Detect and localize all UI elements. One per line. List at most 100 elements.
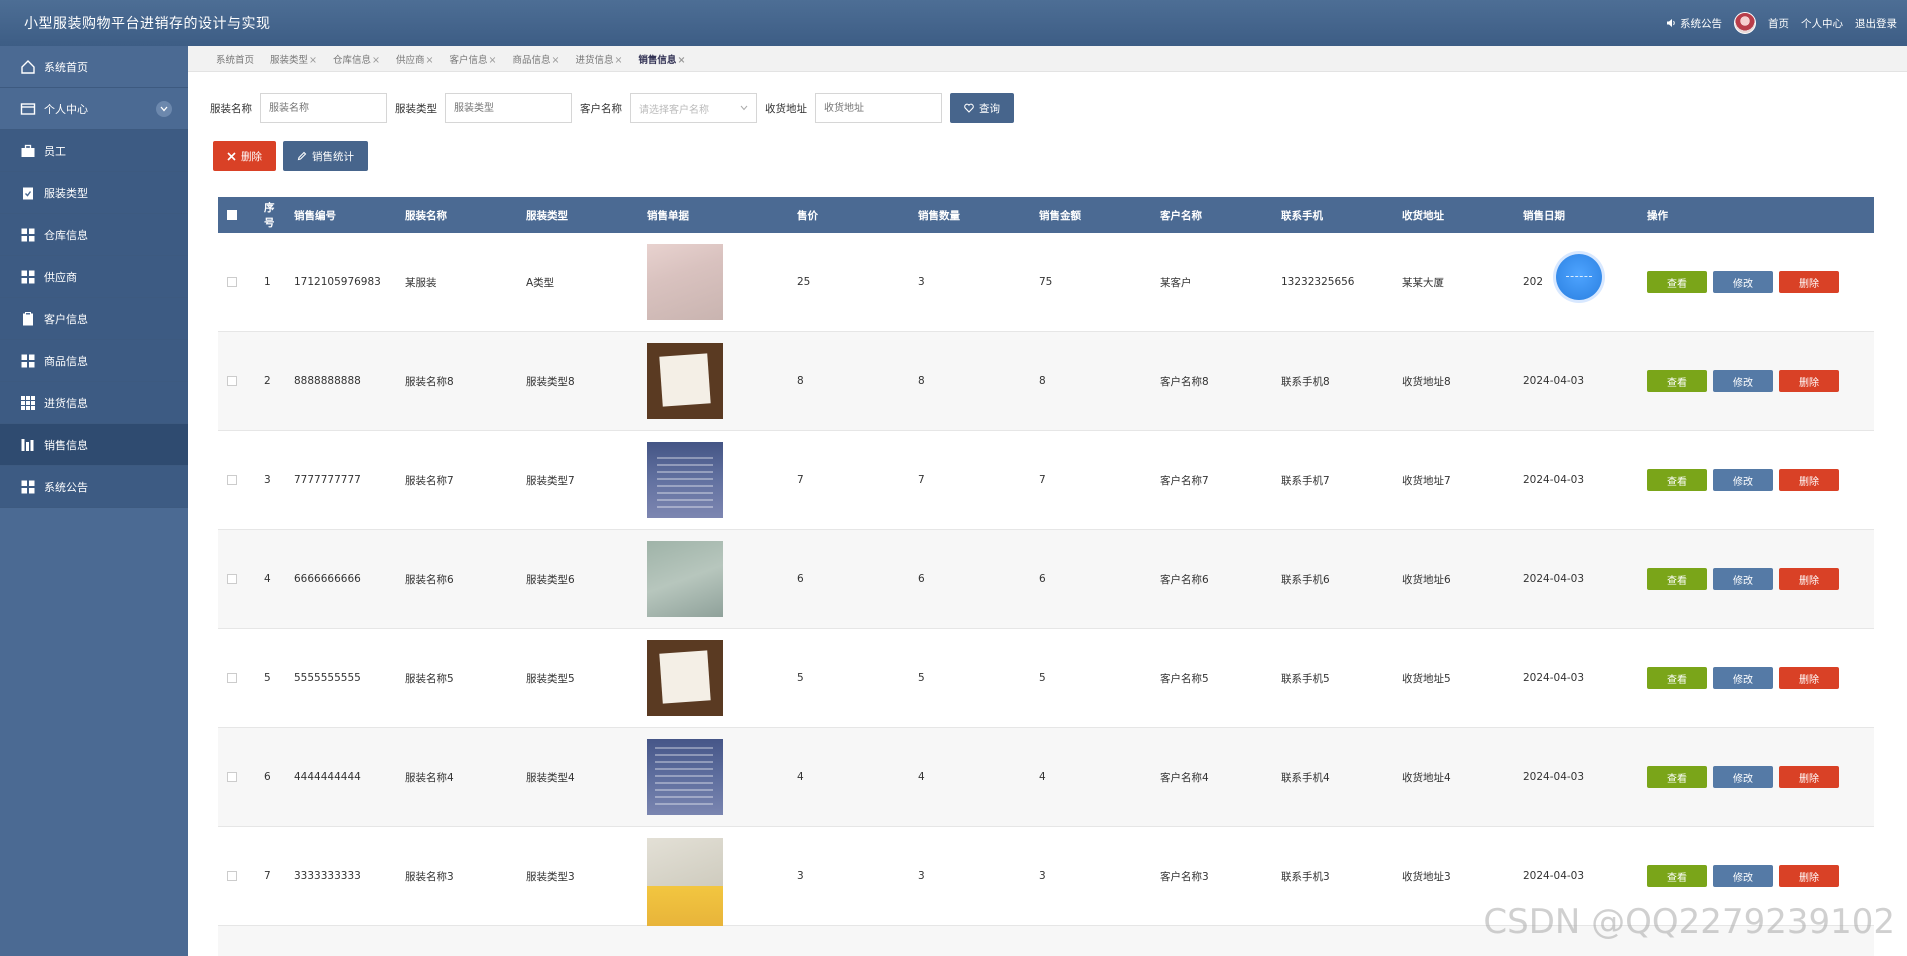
sale-code: 5555555555 [294,672,361,684]
sidebar-item-label: 客户信息 [44,312,88,326]
select-all-checkbox[interactable] [227,210,237,220]
edit-button[interactable]: 修改 [1713,766,1773,788]
view-button[interactable]: 查看 [1647,469,1707,491]
row-checkbox[interactable] [227,574,237,584]
announcement-link[interactable]: 系统公告 [1666,16,1722,31]
clothing-name: 服装名称4 [405,771,454,784]
edit-button[interactable]: 修改 [1713,667,1773,689]
query-button[interactable]: 查询 [950,93,1014,123]
clothing-type: 服装类型3 [526,870,575,883]
user-avatar[interactable] [1734,12,1756,34]
sidebar-item-supplier[interactable]: 供应商 [0,256,188,298]
receipt-image[interactable] [647,886,723,926]
amount: 5 [1039,672,1046,684]
view-button[interactable]: 查看 [1647,766,1707,788]
delete-button[interactable]: 删除 [1779,271,1839,293]
close-icon[interactable]: × [551,55,559,66]
receipt-image[interactable] [647,739,723,815]
receipt-image[interactable] [647,442,723,518]
receipt-image[interactable] [647,244,723,320]
sidebar-item-label: 商品信息 [44,354,88,368]
sale-date: 2024-04-03 [1523,474,1585,486]
row-checkbox[interactable] [227,871,237,881]
close-icon[interactable]: × [426,55,434,66]
view-button[interactable]: 查看 [1647,271,1707,293]
sidebar-item-product[interactable]: 商品信息 [0,340,188,382]
row-checkbox[interactable] [227,772,237,782]
view-button[interactable]: 查看 [1647,568,1707,590]
select-all-cell [218,210,246,220]
close-icon[interactable]: × [309,55,317,66]
header-date: 销售日期 [1523,209,1565,222]
row-checkbox-cell [218,772,246,782]
clothing-type-input[interactable] [445,93,572,123]
phone: 联系手机8 [1281,375,1330,388]
sidebar-item-clothing-type[interactable]: 服装类型 [0,172,188,214]
batch-delete-button[interactable]: 删除 [213,141,276,171]
close-icon[interactable]: × [372,55,380,66]
tab-system-home[interactable]: 系统首页 [216,52,254,66]
receipt-image[interactable] [647,541,723,617]
edit-button[interactable]: 修改 [1713,271,1773,293]
tab-purchase[interactable]: 进货信息× [575,52,622,66]
sales-stats-button[interactable]: 销售统计 [283,141,368,171]
sidebar-item-home[interactable]: 系统首页 [0,46,188,88]
customer-name: 客户名称6 [1160,573,1209,586]
address: 收货地址3 [1402,870,1451,883]
chevron-down-icon[interactable] [156,100,172,117]
delete-button[interactable]: 删除 [1779,568,1839,590]
delete-button[interactable]: 删除 [1779,370,1839,392]
edit-button[interactable]: 修改 [1713,469,1773,491]
view-button[interactable]: 查看 [1647,370,1707,392]
row-checkbox[interactable] [227,376,237,386]
tab-customer[interactable]: 客户信息× [449,52,496,66]
sidebar-item-customer[interactable]: 客户信息 [0,298,188,340]
customer-name-select[interactable]: 请选择客户名称 [630,93,757,123]
receipt-image[interactable] [647,640,723,716]
sale-code: 3333333333 [294,870,361,882]
edit-button[interactable]: 修改 [1713,370,1773,392]
tab-warehouse[interactable]: 仓库信息× [333,52,380,66]
clothing-name: 服装名称6 [405,573,454,586]
view-button[interactable]: 查看 [1647,865,1707,887]
customer-name: 某客户 [1160,276,1192,289]
row-checkbox[interactable] [227,277,237,287]
delete-button[interactable]: 删除 [1779,766,1839,788]
sidebar-item-staff[interactable]: 员工 [0,130,188,172]
sidebar-item-purchase[interactable]: 进货信息 [0,382,188,424]
top-header: 小型服装购物平台进销存的设计与实现 系统公告 首页 个人中心 退出登录 [0,0,1907,46]
delete-button[interactable]: 删除 [1779,865,1839,887]
bars-icon [20,437,36,453]
close-icon[interactable]: × [677,55,685,66]
logout-link[interactable]: 退出登录 [1855,16,1897,31]
delete-button[interactable]: 删除 [1779,469,1839,491]
edit-button[interactable]: 修改 [1713,568,1773,590]
view-button[interactable]: 查看 [1647,667,1707,689]
clothing-name-input[interactable] [260,93,387,123]
chevron-down-icon [740,105,748,111]
floating-assistant-ball[interactable] [1556,254,1602,300]
tab-supplier[interactable]: 供应商× [396,52,433,66]
tab-clothing-type[interactable]: 服装类型× [270,52,317,66]
close-icon[interactable]: × [614,55,622,66]
row-checkbox-cell [218,277,246,287]
close-icon[interactable]: × [488,55,496,66]
price: 4 [797,771,804,783]
receipt-image[interactable] [647,343,723,419]
grid-icon [20,227,36,243]
clipboard-icon [20,311,36,327]
profile-link[interactable]: 个人中心 [1801,16,1843,31]
sidebar-item-personal-center[interactable]: 个人中心 [0,88,188,130]
row-checkbox[interactable] [227,475,237,485]
edit-button[interactable]: 修改 [1713,865,1773,887]
delete-button[interactable]: 删除 [1779,667,1839,689]
tab-sales[interactable]: 销售信息× [638,52,685,66]
sidebar-item-sales[interactable]: 销售信息 [0,424,188,466]
sidebar-item-warehouse[interactable]: 仓库信息 [0,214,188,256]
sidebar-item-announcement[interactable]: 系统公告 [0,466,188,508]
address-input[interactable] [815,93,942,123]
row-checkbox[interactable] [227,673,237,683]
tab-product[interactable]: 商品信息× [512,52,559,66]
home-link[interactable]: 首页 [1768,16,1789,31]
address: 收货地址7 [1402,474,1451,487]
